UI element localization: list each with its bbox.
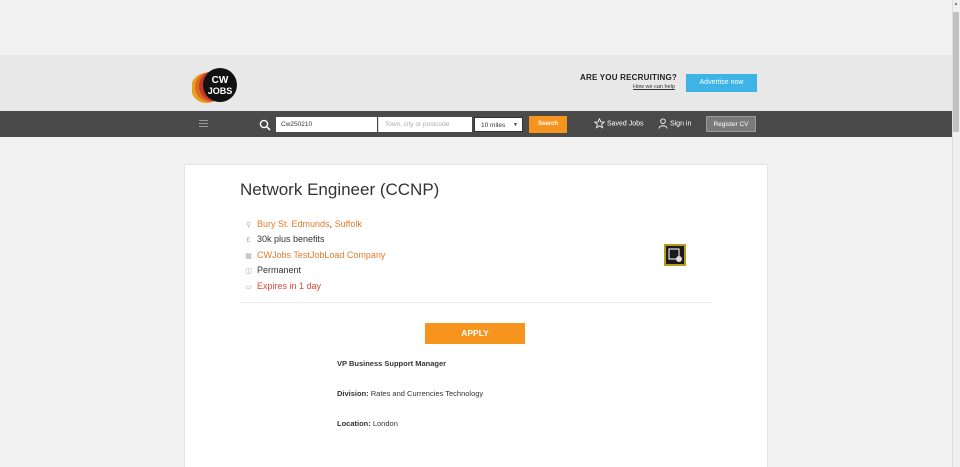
logo-text-bottom: JOBS (208, 86, 233, 96)
saved-jobs-label: Saved Jobs (606, 120, 644, 128)
section-divider (240, 302, 712, 303)
keyword-input[interactable]: Cw250210 (276, 117, 377, 132)
pound-icon: £ (246, 237, 251, 244)
user-icon (658, 118, 668, 129)
menu-icon[interactable] (199, 120, 208, 128)
division-line: Division: Rates and Currencies Technolog… (337, 389, 483, 398)
search-button[interactable]: Search (529, 116, 567, 133)
location-value: London (370, 419, 398, 428)
job-location-row: ⚲ Bury St. Edmunds, Suffolk (244, 218, 362, 232)
apply-button[interactable]: APPLY (425, 323, 525, 344)
map-pin-icon: ⚲ (245, 222, 252, 229)
location-line: Location: London (337, 419, 398, 428)
scroll-up-arrow[interactable]: ▲ (953, 1, 959, 9)
location-label: Location: (337, 419, 371, 428)
job-expiry-row: ▭ Expires in 1 day (244, 280, 321, 294)
radius-value: 10 miles (481, 122, 506, 129)
job-title: Network Engineer (CCNP) (240, 180, 440, 199)
division-value: Rates and Currencies Technology (368, 389, 484, 398)
briefcase-icon: ◫ (245, 268, 252, 275)
saved-jobs-link[interactable]: Saved Jobs (593, 117, 644, 130)
role-heading: VP Business Support Manager (337, 359, 447, 368)
division-label: Division: (337, 389, 369, 398)
company-logo[interactable] (664, 244, 686, 266)
cwjobs-logo[interactable]: CW JOBS (191, 66, 242, 104)
job-company-row: ▦ CWJobs TestJobLoad Company (244, 249, 385, 263)
search-icon (259, 118, 271, 131)
recruiting-heading: ARE YOU RECRUITING? (580, 73, 677, 82)
sign-in-link[interactable]: Sign in (658, 118, 691, 130)
location-county-link[interactable]: Suffolk (335, 219, 362, 229)
chevron-down-icon: ▼ (513, 122, 518, 128)
company-link[interactable]: CWJobs TestJobLoad Company (257, 250, 385, 260)
expiry-text: Expires in 1 day (257, 281, 322, 291)
star-icon (593, 117, 606, 129)
salary-text: 30k plus benefits (257, 234, 325, 244)
calendar-icon: ▭ (245, 284, 252, 291)
site-header (0, 55, 952, 111)
how-we-can-help-link[interactable]: How we can help (633, 84, 675, 90)
job-type-text: Permanent (257, 265, 302, 275)
job-type-row: ◫ Permanent (244, 264, 301, 278)
sign-in-label: Sign in (669, 120, 692, 128)
job-card (184, 164, 768, 467)
register-cv-button[interactable]: Register CV (706, 116, 756, 132)
radius-select[interactable]: 10 miles ▼ (474, 117, 523, 132)
advertise-now-button[interactable]: Advertise now (686, 74, 757, 92)
browser-top-band (0, 0, 952, 55)
job-salary-row: £30k plus benefits (244, 233, 325, 247)
location-input[interactable]: Town, city or postcode (378, 117, 472, 132)
scrollbar-thumb[interactable] (953, 12, 959, 132)
building-icon: ▦ (245, 253, 252, 260)
location-town-link[interactable]: Bury St. Edmunds (257, 219, 330, 229)
logo-text-top: CW (212, 75, 229, 86)
